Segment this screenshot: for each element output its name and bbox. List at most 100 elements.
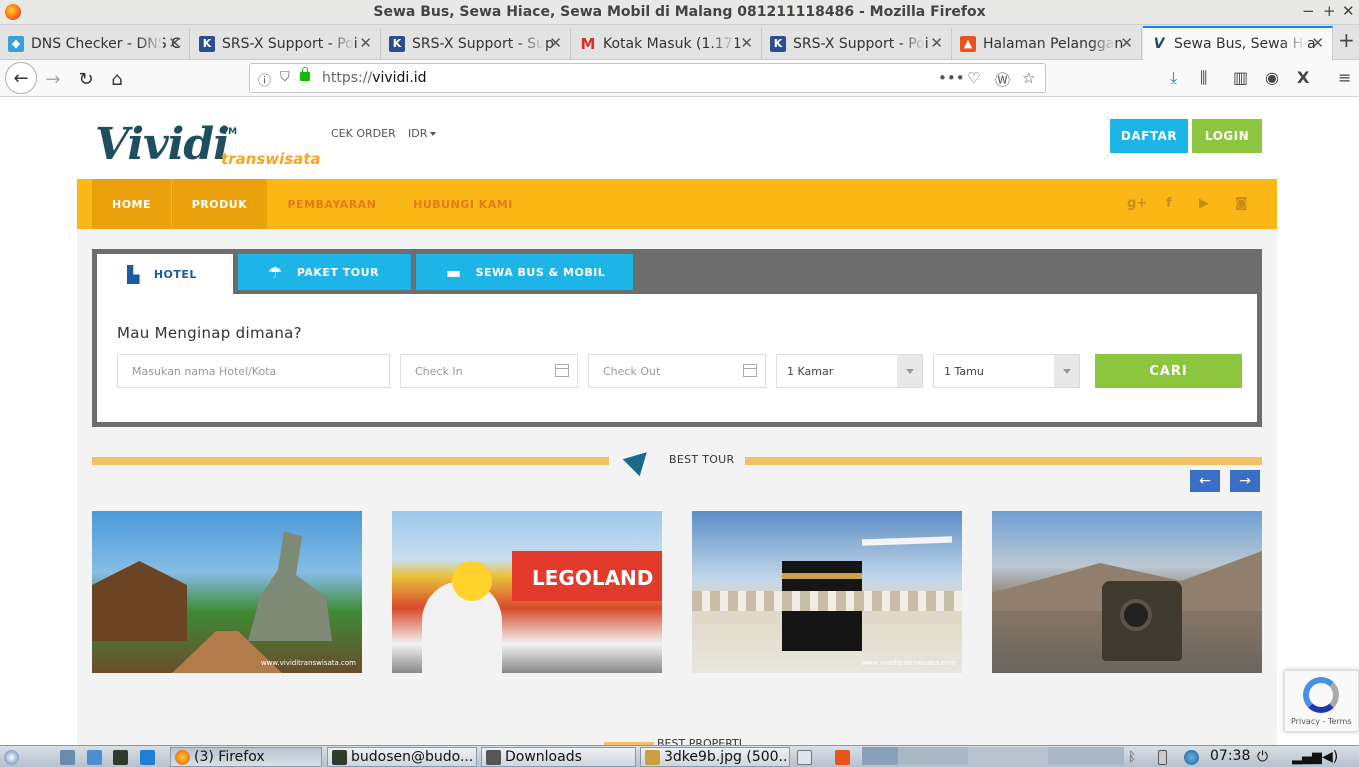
info-icon[interactable]: ⓘ bbox=[258, 70, 271, 89]
url-text[interactable]: https://vividi.id bbox=[322, 70, 427, 86]
tracking-shield-icon[interactable]: ⛉ bbox=[280, 70, 290, 85]
tab-srs-support-2[interactable]: K SRS-X Support - Sup ✕ bbox=[381, 28, 571, 59]
vscode-icon[interactable] bbox=[140, 747, 159, 767]
library-icon[interactable]: ⫼ bbox=[1200, 68, 1207, 88]
tab-hotel[interactable]: ▙ HOTEL bbox=[97, 254, 233, 294]
tab-gmail[interactable]: M Kotak Masuk (1.171 ✕ bbox=[572, 28, 762, 59]
guests-select[interactable]: 1 Tamu bbox=[933, 354, 1080, 388]
file-manager-icon[interactable] bbox=[87, 747, 106, 767]
download-icon[interactable]: ⤓ bbox=[1170, 68, 1177, 88]
bluetooth-icon[interactable]: ᛒ bbox=[1128, 747, 1136, 767]
tab-sewa-bus-mobil[interactable]: ▬ SEWA BUS & MOBIL bbox=[416, 254, 633, 290]
account-icon[interactable]: ◉ bbox=[1265, 68, 1279, 87]
cek-order-link[interactable]: CEK ORDER bbox=[331, 127, 396, 140]
tab-halaman-pelanggan[interactable]: ▲ Halaman Pelanggan ✕ bbox=[952, 28, 1142, 59]
wordpress-icon[interactable]: Ⓦ bbox=[995, 69, 1010, 90]
close-tab-icon[interactable]: ✕ bbox=[168, 34, 181, 52]
new-tab-icon[interactable]: + bbox=[1338, 28, 1355, 52]
maximize-icon[interactable]: + bbox=[1323, 2, 1336, 20]
tab-paket-tour[interactable]: ☂ PAKET TOUR bbox=[238, 254, 411, 290]
close-tab-icon[interactable]: ✕ bbox=[549, 34, 562, 52]
search-widget: ▙ HOTEL ☂ PAKET TOUR ▬ SEWA BUS & MOBIL … bbox=[92, 249, 1262, 427]
speaker-icon[interactable]: ◀) bbox=[1322, 747, 1338, 767]
tab-srs-support-1[interactable]: K SRS-X Support - Poi ✕ bbox=[191, 28, 381, 59]
close-tab-icon[interactable]: ✕ bbox=[359, 34, 372, 52]
menu-hamburger-icon[interactable]: ≡ bbox=[1338, 68, 1351, 87]
tour-card-dinosaur-park[interactable]: www.vividitranswisata.com bbox=[92, 511, 362, 673]
recaptcha-badge[interactable]: Privacy - Terms bbox=[1284, 670, 1359, 732]
calendar-icon bbox=[743, 364, 757, 377]
tour-card-legoland[interactable]: LEGOLAND bbox=[392, 511, 662, 673]
best-properti-title: BEST PROPERTI bbox=[657, 737, 743, 745]
terminal-icon[interactable] bbox=[113, 747, 132, 767]
power-icon[interactable]: ⏻ bbox=[1257, 747, 1268, 767]
login-button[interactable]: LOGIN bbox=[1192, 119, 1262, 153]
url-bar[interactable]: ⓘ ⛉ https://vividi.id ••• ♡ Ⓦ ☆ bbox=[249, 63, 1046, 93]
reload-button[interactable]: ↻ bbox=[73, 66, 99, 92]
menu-home[interactable]: HOME bbox=[92, 179, 171, 229]
taskbar-firefox[interactable]: (3) Firefox bbox=[170, 747, 322, 767]
currency-dropdown[interactable]: IDR bbox=[408, 127, 437, 140]
youtube-icon[interactable]: ▶ bbox=[1199, 196, 1209, 211]
close-tab-icon[interactable]: ✕ bbox=[1120, 34, 1133, 52]
search-question: Mau Menginap dimana? bbox=[117, 324, 302, 342]
volume-bars-icon[interactable]: ▂▄▆ bbox=[1292, 747, 1322, 767]
facebook-icon[interactable]: f bbox=[1166, 196, 1172, 211]
rooms-select[interactable]: 1 Kamar bbox=[776, 354, 923, 388]
minimize-icon[interactable]: − bbox=[1302, 2, 1315, 20]
carousel-prev-button[interactable]: ← bbox=[1190, 470, 1220, 492]
taskbar-label: (3) Firefox bbox=[194, 749, 265, 765]
close-tab-icon[interactable]: ✕ bbox=[1311, 34, 1324, 52]
instagram-icon[interactable]: ◙ bbox=[1235, 196, 1248, 211]
daftar-button[interactable]: DAFTAR bbox=[1110, 119, 1188, 153]
google-plus-icon[interactable]: g+ bbox=[1127, 196, 1147, 211]
recaptcha-icon bbox=[1303, 677, 1339, 713]
menu-pembayaran[interactable]: PEMBAYARAN bbox=[277, 179, 387, 229]
battery-icon[interactable] bbox=[1158, 747, 1171, 767]
tab-vividi-active[interactable]: V Sewa Bus, Sewa Hia ✕ bbox=[1143, 26, 1333, 60]
site-logo[interactable]: Vividi TM transwisata bbox=[95, 119, 321, 170]
check-out-input[interactable]: Check Out bbox=[588, 354, 766, 388]
hotel-city-placeholder: Masukan nama Hotel/Kota bbox=[132, 364, 277, 378]
os-taskbar: (3) Firefox budosen@budo... Downloads 3d… bbox=[0, 745, 1359, 767]
taskbar-downloads[interactable]: Downloads bbox=[481, 747, 636, 767]
page-actions-icon[interactable]: ••• bbox=[938, 69, 965, 87]
lock-icon[interactable] bbox=[300, 67, 310, 81]
bookmark-star-icon[interactable]: ☆ bbox=[1022, 69, 1035, 87]
pocket-icon[interactable]: ♡ bbox=[967, 69, 980, 87]
k-icon: K bbox=[199, 35, 215, 52]
close-tab-icon[interactable]: ✕ bbox=[930, 34, 943, 52]
extension-x-icon[interactable]: X bbox=[1297, 68, 1309, 87]
window-titlebar: Sewa Bus, Sewa Hiace, Sewa Mobil di Mala… bbox=[0, 0, 1359, 25]
taskbar-image-viewer[interactable]: 3dke9b.jpg (500... bbox=[640, 747, 790, 767]
forward-button[interactable]: → bbox=[40, 66, 66, 92]
search-submit-button[interactable]: CARI bbox=[1095, 354, 1242, 388]
recaptcha-links[interactable]: Privacy - Terms bbox=[1291, 717, 1352, 726]
caret-down-icon bbox=[430, 132, 437, 136]
network-icon[interactable] bbox=[1184, 747, 1203, 767]
taskbar-terminal[interactable]: budosen@budo... bbox=[327, 747, 477, 767]
workspace-switcher[interactable] bbox=[862, 747, 1124, 765]
tour-card-bromo[interactable] bbox=[992, 511, 1262, 673]
close-icon[interactable]: ✕ bbox=[1342, 2, 1355, 20]
tab-srs-support-3[interactable]: K SRS-X Support - Poi ✕ bbox=[762, 28, 952, 59]
workspace-icon[interactable] bbox=[797, 747, 816, 767]
tab-label: SRS-X Support - Sup bbox=[412, 35, 554, 52]
calendar-icon bbox=[555, 364, 569, 377]
spare-tire-shape bbox=[1120, 599, 1152, 631]
firefox-mini-icon[interactable] bbox=[835, 747, 854, 767]
menu-produk[interactable]: PRODUK bbox=[172, 179, 267, 229]
home-button[interactable]: ⌂ bbox=[104, 66, 130, 92]
hotel-city-input[interactable]: Masukan nama Hotel/Kota bbox=[117, 354, 390, 388]
carousel-next-button[interactable]: → bbox=[1230, 470, 1260, 492]
tab-dns-checker[interactable]: ◆ DNS Checker - DNS C ✕ bbox=[0, 28, 190, 59]
back-button[interactable]: ← bbox=[5, 62, 37, 94]
tour-card-umroh[interactable]: www.vividitranswisata.com bbox=[692, 511, 962, 673]
menu-hubungi-kami[interactable]: HUBUNGI KAMI bbox=[403, 179, 523, 229]
start-menu-icon[interactable] bbox=[4, 747, 23, 767]
clock[interactable]: 07:38 bbox=[1210, 748, 1250, 764]
close-tab-icon[interactable]: ✕ bbox=[740, 34, 753, 52]
sidebar-icon[interactable]: ▥ bbox=[1233, 68, 1248, 87]
check-in-input[interactable]: Check In bbox=[400, 354, 578, 388]
show-desktop-icon[interactable] bbox=[60, 747, 79, 767]
